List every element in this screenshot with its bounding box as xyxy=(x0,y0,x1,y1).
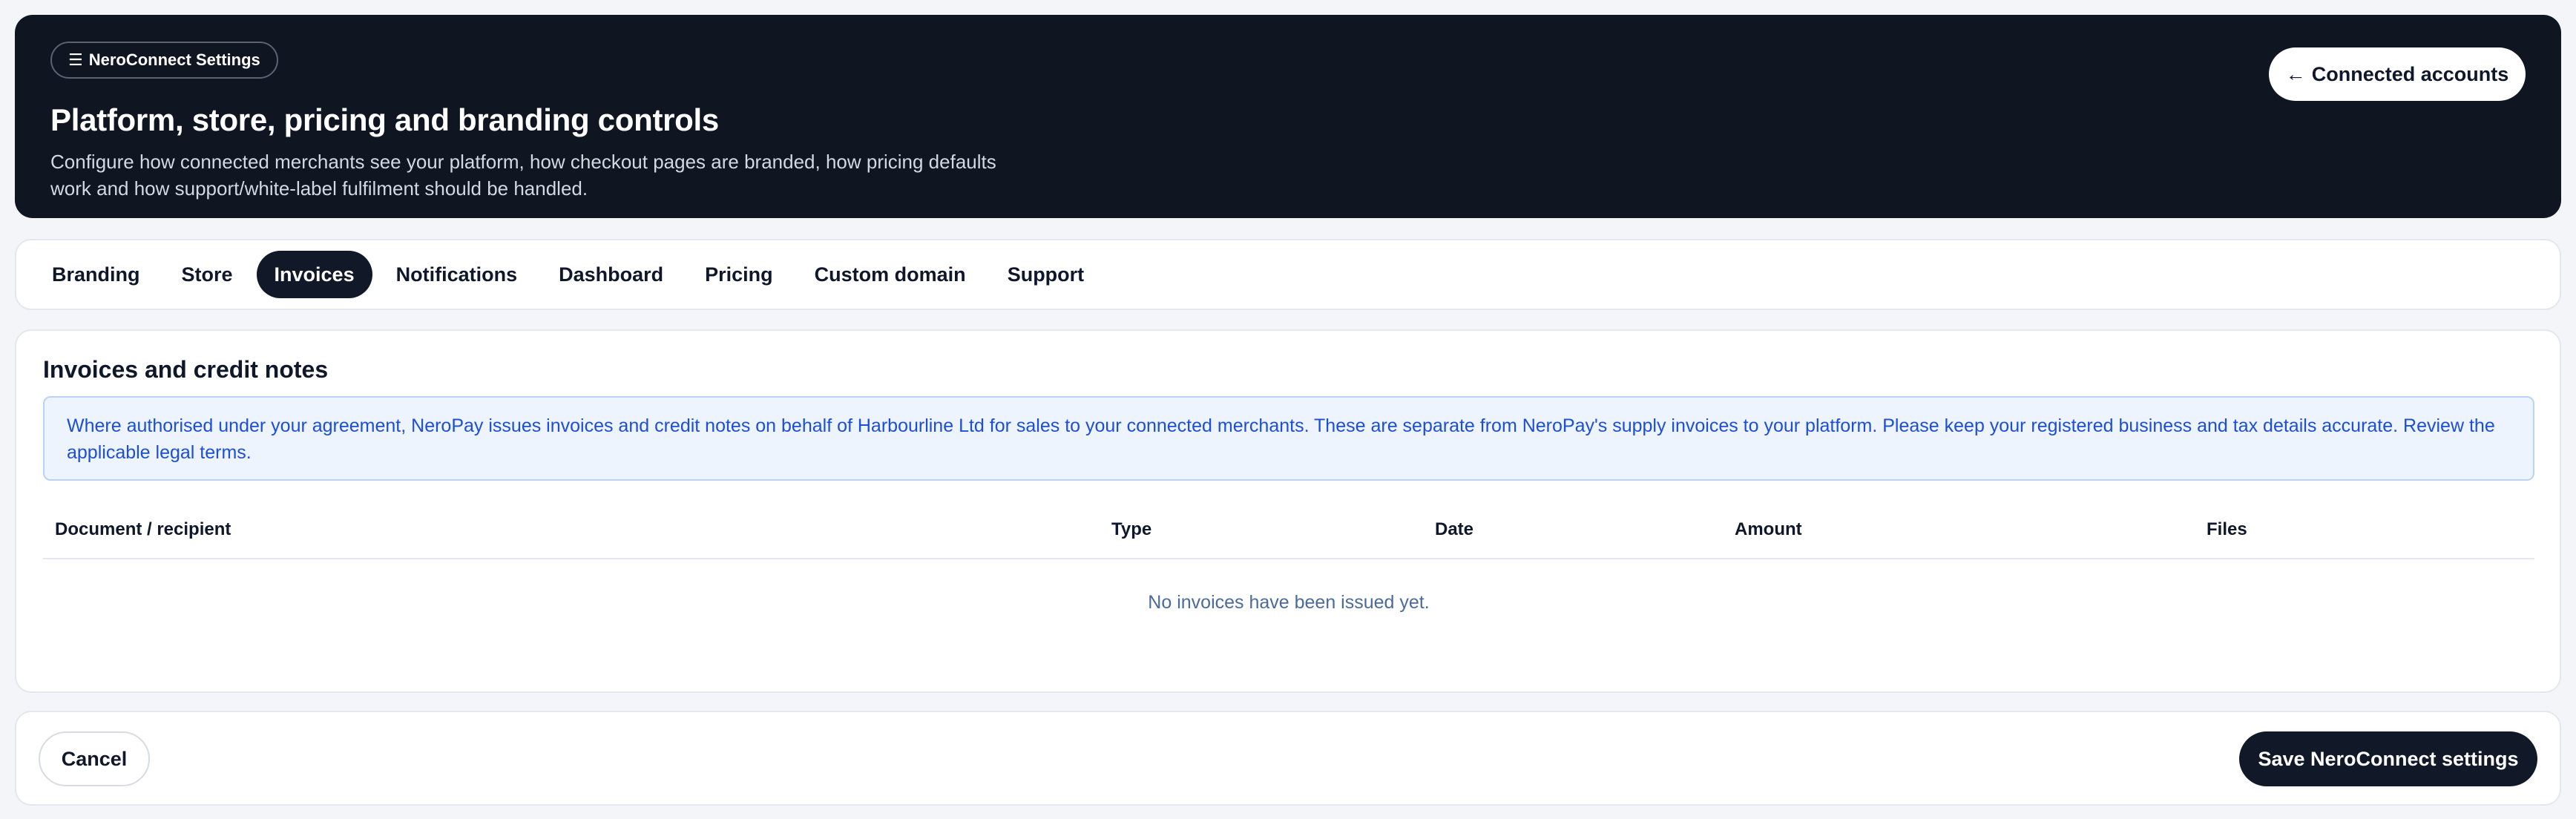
tab-invoices[interactable]: Invoices xyxy=(256,251,372,298)
page: ☰ NeroConnect Settings Platform, store, … xyxy=(0,0,2576,819)
settings-header: ☰ NeroConnect Settings Platform, store, … xyxy=(15,15,2561,218)
tab-notifications[interactable]: Notifications xyxy=(378,251,536,298)
menu-icon: ☰ xyxy=(68,50,83,69)
column-document-recipient: Document / recipient xyxy=(55,519,231,539)
tab-dashboard[interactable]: Dashboard xyxy=(541,251,681,298)
cancel-button[interactable]: Cancel xyxy=(39,731,150,786)
column-files: Files xyxy=(2207,519,2247,539)
tab-branding[interactable]: Branding xyxy=(34,251,158,298)
settings-badge: ☰ NeroConnect Settings xyxy=(50,42,278,79)
empty-state-message: No invoices have been issued yet. xyxy=(1148,592,1430,613)
connected-accounts-button[interactable]: ← Connected accounts xyxy=(2269,47,2526,101)
column-type: Type xyxy=(1111,519,1152,539)
save-settings-button[interactable]: Save NeroConnect settings xyxy=(2239,731,2537,786)
settings-tabs: Branding Store Invoices Notifications Da… xyxy=(15,239,2561,310)
tab-custom-domain[interactable]: Custom domain xyxy=(797,251,984,298)
invoices-notice: Where authorised under your agreement, N… xyxy=(43,396,2534,481)
action-bar: Cancel Save NeroConnect settings xyxy=(15,711,2561,806)
settings-badge-label: NeroConnect Settings xyxy=(88,50,260,69)
tab-support[interactable]: Support xyxy=(990,251,1102,298)
page-title: Platform, store, pricing and branding co… xyxy=(50,102,719,137)
tab-store[interactable]: Store xyxy=(164,251,251,298)
column-amount: Amount xyxy=(1735,519,1802,539)
connected-accounts-label: Connected accounts xyxy=(2311,62,2509,85)
column-date: Date xyxy=(1435,519,1474,539)
invoices-table-header: Document / recipient Type Date Amount Fi… xyxy=(43,499,2534,559)
arrow-left-icon: ← xyxy=(2285,62,2306,85)
invoices-card: Invoices and credit notes Where authoris… xyxy=(15,329,2561,693)
tab-pricing[interactable]: Pricing xyxy=(687,251,791,298)
page-description: Configure how connected merchants see yo… xyxy=(50,151,996,200)
invoices-title: Invoices and credit notes xyxy=(43,356,329,383)
